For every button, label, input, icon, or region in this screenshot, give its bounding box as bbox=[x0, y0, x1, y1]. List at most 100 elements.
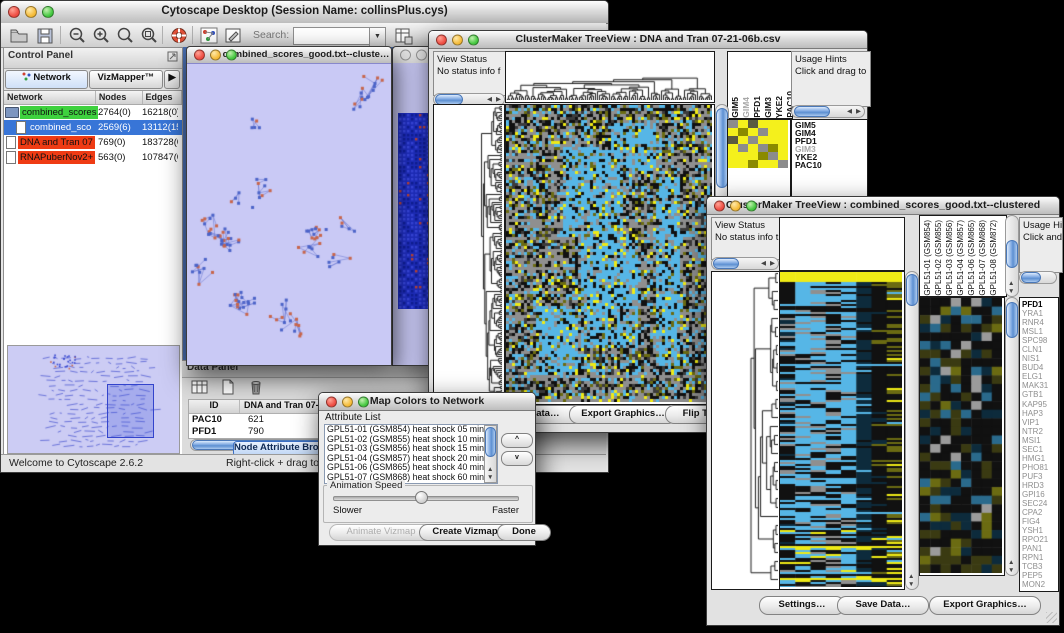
scroll-up-icon[interactable]: ▲ bbox=[1008, 559, 1014, 566]
attribute-select-icon[interactable] bbox=[190, 378, 210, 397]
zoom-button[interactable] bbox=[468, 34, 479, 45]
overview-viewport-rect[interactable] bbox=[107, 384, 154, 438]
treeview2-window[interactable]: ClusterMaker TreeView : combined_scores_… bbox=[706, 196, 1060, 626]
matrix-cell[interactable] bbox=[748, 136, 758, 144]
tv2-column-dendrogram[interactable] bbox=[779, 217, 905, 271]
delete-attribute-icon[interactable] bbox=[246, 378, 266, 397]
network-row[interactable]: combined_sco2569(6)13112(15) bbox=[4, 120, 182, 135]
scroll-right-icon[interactable]: ▶ bbox=[496, 96, 501, 103]
done-button[interactable]: Done bbox=[497, 524, 551, 541]
close-button[interactable] bbox=[436, 34, 447, 45]
col-edges[interactable]: Edges bbox=[143, 91, 182, 104]
matrix-cell[interactable] bbox=[748, 152, 758, 160]
tv2-zoom-vscrollbar[interactable]: ▲ ▼ bbox=[1005, 297, 1019, 576]
close-button[interactable] bbox=[326, 396, 337, 407]
close-button[interactable] bbox=[714, 200, 725, 211]
tv2-status-hscrollbar[interactable]: ◀ ▶ bbox=[711, 257, 779, 270]
export-graphics-button[interactable]: Export Graphics… bbox=[929, 596, 1041, 615]
attribute-list[interactable]: GPL51-01 (GSM854) heat shock 05 minGPL51… bbox=[324, 424, 498, 484]
tv2-zoom-heatmap[interactable] bbox=[919, 297, 1005, 576]
scroll-up-icon[interactable]: ▲ bbox=[1008, 280, 1014, 287]
matrix-cell[interactable] bbox=[758, 160, 768, 168]
search-input[interactable] bbox=[293, 27, 373, 45]
zoom-button[interactable] bbox=[42, 6, 54, 18]
minimize-button[interactable] bbox=[452, 34, 463, 45]
matrix-cell[interactable] bbox=[768, 152, 778, 160]
zoom-out-icon[interactable] bbox=[67, 26, 87, 45]
tv2-row-dendrogram[interactable] bbox=[711, 271, 781, 590]
scroll-up-icon[interactable]: ▲ bbox=[908, 573, 914, 580]
tv1-column-dendrogram[interactable] bbox=[505, 51, 715, 103]
export-graphics-button[interactable]: Export Graphics… bbox=[569, 405, 677, 424]
scroll-down-icon[interactable]: ▼ bbox=[1008, 288, 1014, 295]
map-colors-dialog[interactable]: Map Colors to Network Attribute List GPL… bbox=[318, 392, 536, 546]
matrix-cell[interactable] bbox=[738, 120, 748, 128]
scroll-down-icon[interactable]: ▼ bbox=[487, 474, 493, 481]
main-titlebar[interactable]: Cytoscape Desktop (Session Name: collins… bbox=[1, 1, 608, 24]
matrix-cell[interactable] bbox=[728, 136, 738, 144]
settings-button[interactable]: Settings… bbox=[759, 596, 845, 615]
network-overview-panel[interactable] bbox=[7, 345, 180, 454]
matrix-cell[interactable] bbox=[758, 144, 768, 152]
matrix-cell[interactable] bbox=[778, 152, 788, 160]
matrix-cell[interactable] bbox=[748, 120, 758, 128]
network-view-window[interactable]: combined_scores_good.txt--cluste… bbox=[186, 46, 392, 366]
close-button[interactable] bbox=[8, 6, 20, 18]
move-up-button[interactable]: ^ bbox=[501, 433, 533, 448]
save-session-icon[interactable] bbox=[35, 26, 55, 45]
matrix-cell[interactable] bbox=[778, 160, 788, 168]
scroll-right-icon[interactable]: ▶ bbox=[770, 260, 775, 267]
matrix-cell[interactable] bbox=[738, 136, 748, 144]
tv2-heatmap-vscrollbar[interactable]: ▲ ▼ bbox=[905, 271, 919, 590]
matrix-cell[interactable] bbox=[778, 136, 788, 144]
matrix-cell[interactable] bbox=[758, 128, 768, 136]
zoom-button[interactable] bbox=[746, 200, 757, 211]
matrix-cell[interactable] bbox=[778, 128, 788, 136]
float-panel-icon[interactable] bbox=[167, 51, 178, 62]
search-dropdown-icon[interactable]: ▼ bbox=[369, 27, 386, 47]
matrix-cell[interactable] bbox=[738, 128, 748, 136]
tv2-heatmap[interactable] bbox=[779, 271, 905, 590]
matrix-cell[interactable] bbox=[768, 136, 778, 144]
tab-overflow-arrow[interactable]: ▶ bbox=[164, 70, 180, 89]
scroll-left-icon[interactable]: ◀ bbox=[761, 260, 766, 267]
network-row[interactable]: combined_scores2764(0)16218(0) bbox=[4, 105, 182, 120]
close-button[interactable] bbox=[194, 50, 205, 61]
matrix-cell[interactable] bbox=[738, 144, 748, 152]
dialog-titlebar[interactable]: Map Colors to Network bbox=[319, 393, 535, 411]
open-session-icon[interactable] bbox=[9, 26, 29, 45]
matrix-cell[interactable] bbox=[748, 128, 758, 136]
zoom-selected-icon[interactable] bbox=[139, 26, 159, 45]
matrix-cell[interactable] bbox=[728, 160, 738, 168]
scroll-left-icon[interactable]: ◀ bbox=[487, 96, 492, 103]
network-nodes-icon[interactable] bbox=[199, 26, 219, 45]
minimize-button[interactable] bbox=[342, 396, 353, 407]
zoom-in-icon[interactable] bbox=[91, 26, 111, 45]
matrix-cell[interactable] bbox=[778, 120, 788, 128]
matrix-cell[interactable] bbox=[758, 136, 768, 144]
minimize-button[interactable] bbox=[730, 200, 741, 211]
matrix-cell[interactable] bbox=[738, 152, 748, 160]
matrix-cell[interactable] bbox=[738, 160, 748, 168]
matrix-cell[interactable] bbox=[728, 144, 738, 152]
col-nodes[interactable]: Nodes bbox=[96, 91, 143, 104]
help-lifesaver-icon[interactable] bbox=[169, 26, 189, 45]
zoom-button[interactable] bbox=[358, 396, 369, 407]
scroll-right-icon[interactable]: ▶ bbox=[856, 108, 861, 115]
tv2-labels-vscrollbar[interactable]: ▲ ▼ bbox=[1005, 215, 1019, 297]
zoom-button[interactable] bbox=[226, 50, 237, 61]
tv2-hints-hscrollbar[interactable] bbox=[1019, 271, 1057, 284]
matrix-cell[interactable] bbox=[758, 120, 768, 128]
scroll-up-icon[interactable]: ▲ bbox=[487, 466, 493, 473]
close-button[interactable] bbox=[400, 50, 411, 61]
matrix-cell[interactable] bbox=[728, 120, 738, 128]
tv1-hints-hscrollbar[interactable]: ◀ ▶ bbox=[791, 105, 865, 118]
zoom-fit-icon[interactable] bbox=[115, 26, 135, 45]
minimize-button[interactable] bbox=[25, 6, 37, 18]
tab-network[interactable]: Network bbox=[5, 70, 88, 89]
matrix-cell[interactable] bbox=[768, 144, 778, 152]
resize-grip[interactable] bbox=[1046, 612, 1057, 623]
matrix-cell[interactable] bbox=[748, 144, 758, 152]
matrix-cell[interactable] bbox=[768, 128, 778, 136]
tab-vizmapper[interactable]: VizMapper™ bbox=[89, 70, 164, 89]
